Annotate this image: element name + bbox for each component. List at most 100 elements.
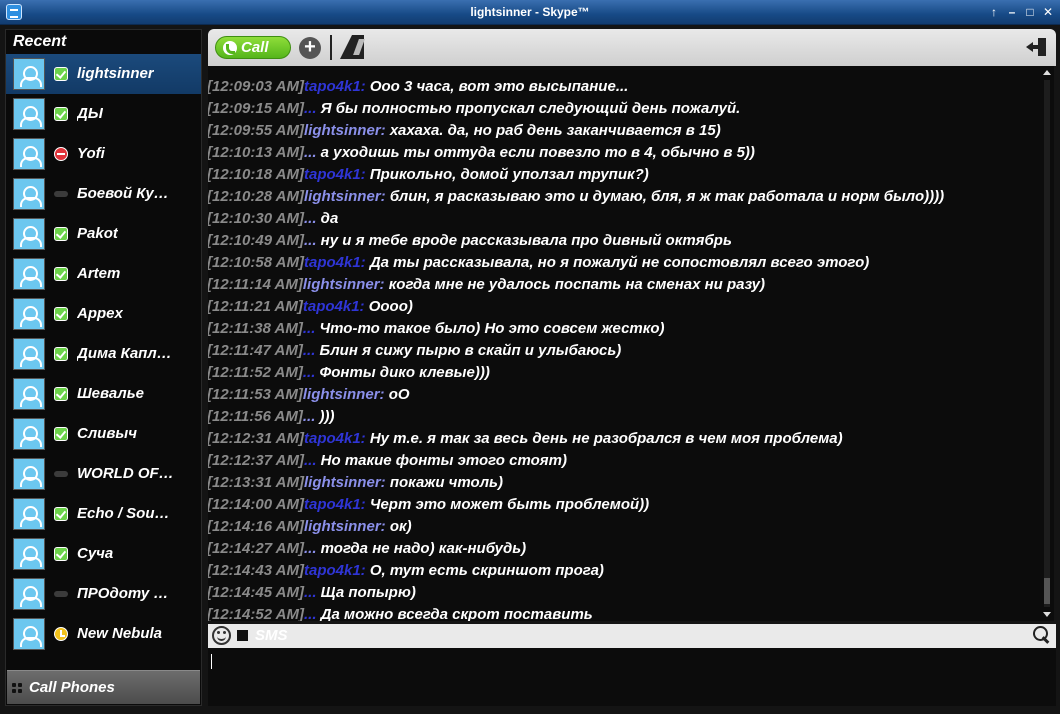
chat-toolbar: Call +: [208, 29, 1056, 66]
emoticon-icon[interactable]: [212, 626, 231, 645]
status-online-icon: [54, 227, 68, 241]
message-timestamp: [12:14:52 AM]: [208, 606, 304, 621]
message-row: [12:14:27 AM]... тогда не надо) как-нибу…: [208, 538, 1040, 560]
profile-panel-icon[interactable]: [340, 35, 366, 61]
message-timestamp: [12:09:55 AM]: [208, 122, 304, 139]
message-text: Ооо 3 часа, вот это высыпание...: [369, 78, 629, 95]
message-sender: tapo4k1:: [303, 562, 366, 579]
message-row: [12:12:37 AM]... Но такие фонты этого ст…: [208, 450, 1040, 472]
contact-item[interactable]: WORLD OF…: [6, 454, 201, 494]
message-timestamp: [12:11:53 AM]: [208, 386, 303, 403]
message-sender: tapo4k1:: [303, 166, 366, 183]
message-text: да: [320, 210, 339, 227]
contact-item[interactable]: Echo / Sou…: [6, 494, 201, 534]
contact-name: Echo / Sou…: [77, 505, 170, 522]
leave-conversation-icon[interactable]: [1026, 38, 1046, 56]
message-timestamp: [12:11:14 AM]: [208, 276, 303, 293]
message-text: оО: [388, 386, 410, 403]
scroll-track[interactable]: [1044, 80, 1050, 607]
message-row: [12:14:43 AM]tapo4k1: О, тут есть скринш…: [208, 560, 1040, 582]
message-sender: ...: [303, 100, 317, 117]
stop-icon[interactable]: [237, 630, 248, 641]
status-online-icon: [54, 547, 68, 561]
chat-scrollbar[interactable]: [1040, 66, 1054, 621]
keep-on-top-icon[interactable]: ↑: [988, 5, 1000, 19]
status-offline-icon: [54, 191, 68, 197]
message-timestamp: [12:12:31 AM]: [208, 430, 304, 447]
avatar: [13, 418, 45, 450]
message-text: Но такие фонты этого стоят): [320, 452, 567, 469]
message-row: [12:10:13 AM]... а уходишь ты оттуда есл…: [208, 142, 1040, 164]
message-timestamp: [12:11:56 AM]: [208, 408, 303, 425]
contact-item[interactable]: Суча: [6, 534, 201, 574]
message-row: [12:13:31 AM]lightsinner: покажи чтоль): [208, 472, 1040, 494]
status-online-icon: [54, 507, 68, 521]
dialpad-icon: [12, 683, 24, 695]
message-row: [12:09:03 AM]tapo4k1: Ооо 3 часа, вот эт…: [208, 76, 1040, 98]
contact-item[interactable]: lightsinner: [6, 54, 201, 94]
message-text: Фонты дико клевые))): [319, 364, 490, 381]
message-sender: tapo4k1:: [303, 430, 366, 447]
message-sender: ...: [302, 342, 316, 359]
contact-item[interactable]: New Nebula: [6, 614, 201, 654]
message-text: блин, я расказываю это и думаю, бля, я ж…: [389, 188, 945, 205]
call-phones-button[interactable]: Call Phones: [7, 670, 200, 704]
contact-list: lightsinner ДЫ Yofi Боевой Ку… Pakot Artem App…: [6, 54, 201, 654]
message-row: [12:09:15 AM]... Я бы полностью пропуска…: [208, 98, 1040, 120]
close-button[interactable]: ✕: [1042, 5, 1054, 19]
scroll-up-arrow-icon[interactable]: [1043, 70, 1051, 75]
contact-item[interactable]: Шевалье: [6, 374, 201, 414]
minimize-button[interactable]: –: [1006, 5, 1018, 19]
avatar: [13, 98, 45, 130]
avatar: [13, 458, 45, 490]
status-offline-icon: [54, 471, 68, 477]
contact-name: Сливыч: [77, 425, 137, 442]
add-people-button[interactable]: +: [299, 37, 321, 59]
status-online-icon: [54, 387, 68, 401]
avatar: [13, 218, 45, 250]
contact-item[interactable]: Appex: [6, 294, 201, 334]
status-online-icon: [54, 347, 68, 361]
contact-item[interactable]: Дима Капл…: [6, 334, 201, 374]
message-timestamp: [12:11:21 AM]: [208, 298, 303, 315]
contact-item[interactable]: Yofi: [6, 134, 201, 174]
message-text: хахаха. да, но раб день заканчивается в …: [389, 122, 721, 139]
message-sender: ...: [303, 606, 317, 621]
message-input[interactable]: [208, 648, 1056, 706]
chat-history[interactable]: [12:09:03 AM] tapo4k1: Ооо 3 часа, вот эт…: [208, 66, 1040, 621]
message-timestamp: [12:09:03 AM]: [208, 78, 304, 95]
message-timestamp: [12:11:52 AM]: [208, 364, 303, 381]
contact-item[interactable]: ДЫ: [6, 94, 201, 134]
contacts-sidebar: Recent lightsinner ДЫ Yofi Боевой Ку… Pakot A…: [5, 29, 202, 706]
avatar: [13, 258, 45, 290]
scroll-down-arrow-icon[interactable]: [1043, 612, 1051, 617]
message-text: Да можно всегда скрот поставить: [320, 606, 593, 621]
contact-item[interactable]: Сливыч: [6, 414, 201, 454]
contact-name: Дима Капл…: [77, 345, 172, 362]
message-sender: ...: [303, 452, 317, 469]
message-timestamp: [12:09:15 AM]: [208, 100, 304, 117]
message-row: [12:14:45 AM]... Ща попырю): [208, 582, 1040, 604]
contact-name: Боевой Ку…: [77, 185, 169, 202]
search-icon[interactable]: [1033, 626, 1051, 644]
contact-item[interactable]: Artem: [6, 254, 201, 294]
message-row: [12:11:21 AM]tapo4k1: Оооо): [208, 296, 1040, 318]
maximize-button[interactable]: □: [1024, 5, 1036, 19]
call-button[interactable]: Call: [215, 36, 291, 59]
message-timestamp: [12:10:18 AM]: [208, 166, 304, 183]
avatar: [13, 538, 45, 570]
contact-name: Artem: [77, 265, 121, 282]
contact-item[interactable]: Pakot: [6, 214, 201, 254]
avatar: [13, 338, 45, 370]
message-row: [12:11:38 AM]... Что-то такое было) Но э…: [208, 318, 1040, 340]
contact-item[interactable]: Боевой Ку…: [6, 174, 201, 214]
message-row: [12:14:16 AM]lightsinner: ок): [208, 516, 1040, 538]
message-timestamp: [12:10:49 AM]: [208, 232, 304, 249]
scroll-thumb[interactable]: [1044, 578, 1050, 604]
contact-item[interactable]: ПРОдоту …: [6, 574, 201, 614]
message-text: Что-то такое было) Но это совсем жестко): [319, 320, 665, 337]
avatar: [13, 58, 45, 90]
sms-button[interactable]: SMS: [255, 627, 288, 644]
message-row: [12:10:18 AM]tapo4k1: Прикольно, домой у…: [208, 164, 1040, 186]
message-sender: ...: [302, 320, 316, 337]
